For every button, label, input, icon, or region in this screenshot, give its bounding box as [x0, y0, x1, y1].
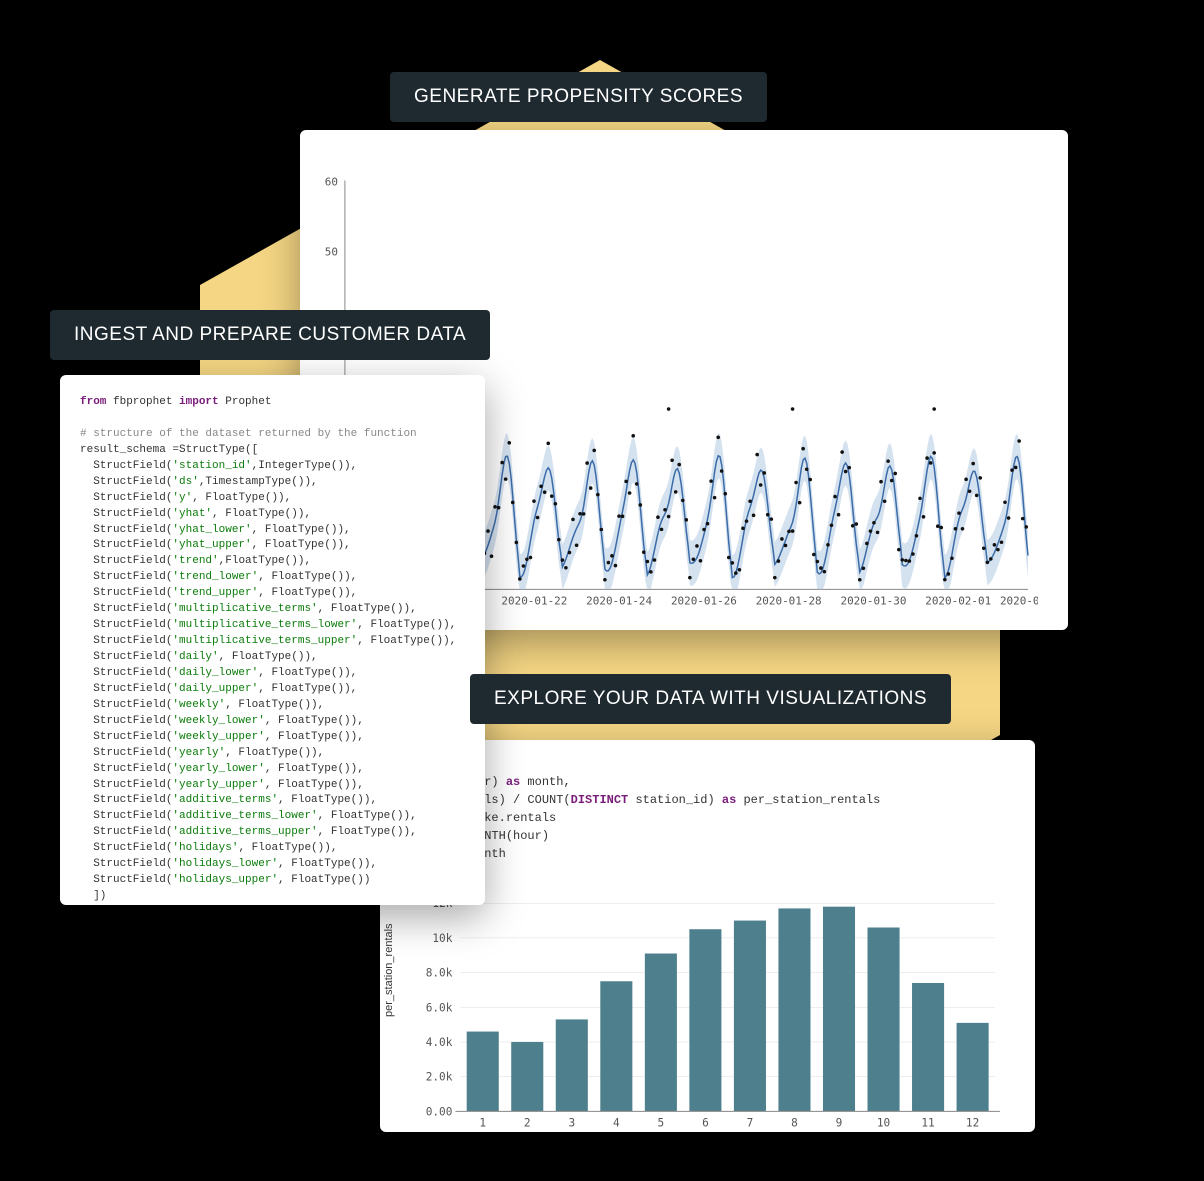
bar-5: [645, 954, 677, 1112]
bar-8: [778, 908, 810, 1111]
svg-text:3: 3: [568, 1116, 575, 1129]
svg-text:2: 2: [524, 1116, 531, 1129]
bar-y-label: per_station_rentals: [383, 923, 395, 1017]
bar-10: [868, 927, 900, 1111]
svg-text:2020-02: 2020-02: [1000, 594, 1038, 607]
svg-text:7: 7: [747, 1116, 754, 1129]
bar-11: [912, 983, 944, 1111]
bar-2: [511, 1042, 543, 1111]
svg-text:8: 8: [791, 1116, 798, 1129]
code-card: from fbprophet import Prophet # structur…: [60, 375, 485, 905]
svg-text:4: 4: [613, 1116, 620, 1129]
python-code: from fbprophet import Prophet # structur…: [80, 395, 465, 905]
svg-text:12: 12: [966, 1116, 979, 1129]
label-explore: EXPLORE YOUR DATA WITH VISUALIZATIONS: [470, 674, 951, 724]
svg-text:6.0k: 6.0k: [426, 1001, 453, 1014]
svg-text:10: 10: [877, 1116, 890, 1129]
bar-1: [467, 1032, 499, 1112]
bar-6: [689, 929, 721, 1111]
bar-4: [600, 981, 632, 1111]
ytick-50: 50: [325, 245, 338, 258]
svg-text:2020-02-01: 2020-02-01: [925, 594, 991, 607]
bar-9: [823, 907, 855, 1112]
ytick-60: 60: [325, 176, 338, 189]
svg-text:2020-01-24: 2020-01-24: [586, 594, 652, 607]
svg-text:2020-01-28: 2020-01-28: [756, 594, 822, 607]
label-ingest: INGEST AND PREPARE CUSTOMER DATA: [50, 310, 490, 360]
svg-text:4.0k: 4.0k: [426, 1036, 453, 1049]
bar-7: [734, 921, 766, 1112]
bar-12: [957, 1023, 989, 1111]
svg-text:2020-01-22: 2020-01-22: [501, 594, 567, 607]
svg-text:5: 5: [658, 1116, 665, 1129]
svg-text:11: 11: [921, 1116, 934, 1129]
bar-3: [556, 1019, 588, 1111]
label-propensity: GENERATE PROPENSITY SCORES: [390, 72, 767, 122]
svg-text:8.0k: 8.0k: [426, 967, 453, 980]
svg-text:2.0k: 2.0k: [426, 1071, 453, 1084]
svg-text:2020-01-30: 2020-01-30: [840, 594, 906, 607]
svg-text:6: 6: [702, 1116, 709, 1129]
bar-chart: 0.002.0k4.0k6.0k8.0k10k12k 1234567891011…: [405, 873, 1010, 1148]
svg-text:1: 1: [479, 1116, 486, 1129]
svg-text:0.00: 0.00: [426, 1105, 453, 1118]
svg-text:2020-01-26: 2020-01-26: [671, 594, 737, 607]
svg-text:9: 9: [836, 1116, 843, 1129]
sql-code: SELECT MONTH(hour) as month, SUM(rentals…: [405, 755, 1010, 863]
svg-text:10k: 10k: [432, 932, 452, 945]
